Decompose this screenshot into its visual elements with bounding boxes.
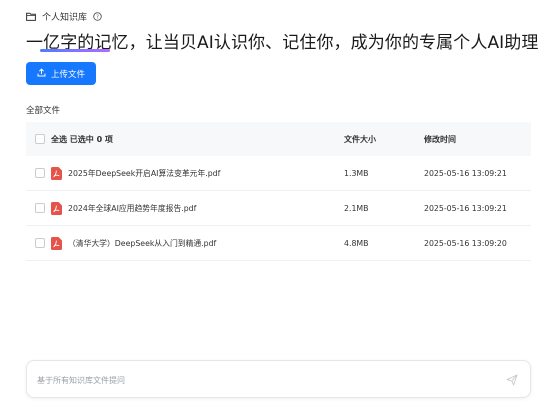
table-header: 全选 已选中 0 项 文件大小 修改时间	[26, 122, 531, 156]
headline-underline	[40, 49, 110, 52]
file-size: 1.3MB	[344, 168, 369, 178]
file-table: 全选 已选中 0 项 文件大小 修改时间 2025年DeepSeek开启AI算法…	[26, 122, 531, 261]
chat-input-box	[26, 360, 531, 398]
table-row[interactable]: 2025年DeepSeek开启AI算法变革元年.pdf 1.3MB 2025-0…	[26, 156, 531, 191]
file-size: 4.8MB	[344, 238, 369, 248]
question-circle-icon[interactable]: ?	[93, 12, 102, 21]
file-modified-time: 2025-05-16 13:09:21	[424, 168, 507, 178]
file-size: 2.1MB	[344, 203, 369, 213]
row-checkbox[interactable]	[35, 238, 45, 248]
select-all-checkbox[interactable]	[35, 134, 45, 144]
section-title: 全部文件	[26, 106, 61, 116]
upload-icon	[37, 67, 46, 80]
select-all-label: 全选 已选中 0 项	[51, 134, 113, 144]
file-modified-time: 2025-05-16 13:09:20	[424, 238, 507, 248]
upload-file-button[interactable]: 上传文件	[26, 62, 96, 85]
row-checkbox[interactable]	[35, 168, 45, 178]
table-row[interactable]: （清华大学）DeepSeek从入门到精通.pdf 4.8MB 2025-05-1…	[26, 226, 531, 261]
file-name: （清华大学）DeepSeek从入门到精通.pdf	[68, 238, 217, 248]
file-name: 2024年全球AI应用趋势年度报告.pdf	[68, 203, 197, 213]
svg-text:?: ?	[96, 15, 99, 21]
send-icon[interactable]	[506, 374, 518, 386]
file-name: 2025年DeepSeek开启AI算法变革元年.pdf	[68, 168, 221, 178]
folder-icon	[26, 12, 36, 21]
row-checkbox[interactable]	[35, 203, 45, 213]
column-header-size: 文件大小	[344, 134, 376, 144]
table-row[interactable]: 2024年全球AI应用趋势年度报告.pdf 2.1MB 2025-05-16 1…	[26, 191, 531, 226]
upload-button-label: 上传文件	[50, 69, 85, 80]
column-header-time: 修改时间	[424, 134, 456, 144]
pdf-file-icon	[51, 166, 62, 180]
question-input[interactable]	[35, 371, 499, 389]
headline-rest: ，让当贝AI认识你、记住你，成为你的专属个人AI助理	[128, 33, 539, 53]
breadcrumb-title: 个人知识库	[42, 13, 88, 23]
breadcrumb: 个人知识库 ?	[26, 10, 102, 23]
pdf-file-icon	[51, 201, 62, 215]
pdf-file-icon	[51, 236, 62, 250]
file-modified-time: 2025-05-16 13:09:21	[424, 203, 507, 213]
